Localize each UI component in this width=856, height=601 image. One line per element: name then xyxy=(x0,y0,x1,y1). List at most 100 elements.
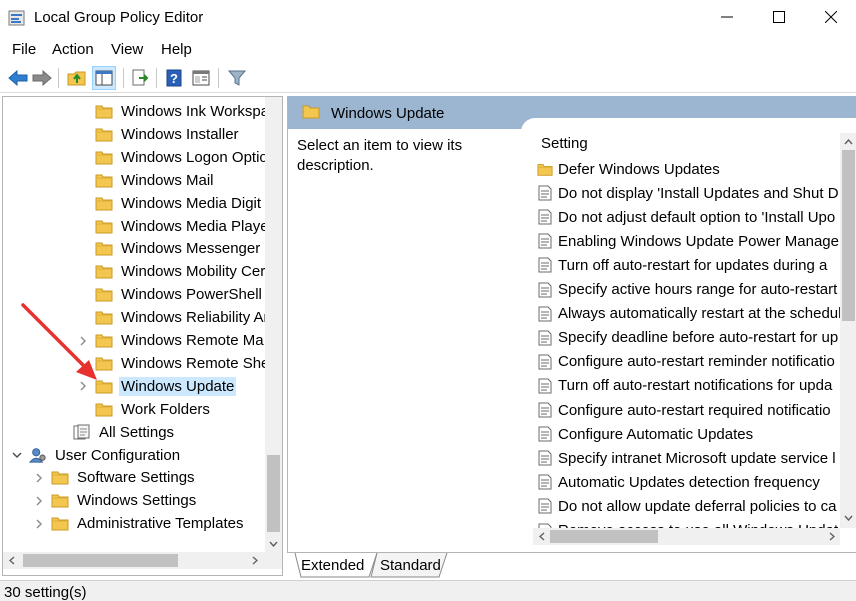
tree-scroll-down-arrow[interactable] xyxy=(265,535,282,552)
folder-icon xyxy=(302,105,320,119)
forward-button[interactable] xyxy=(30,66,54,90)
tree-item-label: Windows Ink Workspa xyxy=(121,103,270,120)
close-button[interactable] xyxy=(806,0,856,34)
tree-item[interactable]: Windows Media Digit xyxy=(75,192,263,215)
setting-label: Enabling Windows Update Power Manage xyxy=(558,232,839,250)
tree-item[interactable]: Windows Mail xyxy=(75,169,216,192)
settings-scroll-down-arrow[interactable] xyxy=(840,509,856,526)
minimize-button[interactable] xyxy=(702,0,752,34)
setting-row[interactable]: Do not display 'Install Updates and Shut… xyxy=(537,181,839,205)
tree-item[interactable]: Windows Mobility Cer xyxy=(75,260,267,283)
details-pane: Windows Update Select an item to view it… xyxy=(287,96,856,578)
settings-vertical-scroll-thumb[interactable] xyxy=(842,150,855,321)
tree-item[interactable]: Software Settings xyxy=(31,466,197,489)
back-button[interactable] xyxy=(6,66,30,90)
chevron-right-icon xyxy=(829,532,835,541)
tree-item-label: User Configuration xyxy=(55,446,181,464)
tree-item[interactable]: Windows Settings xyxy=(31,489,198,512)
menu-action[interactable]: Action xyxy=(52,41,94,58)
settings-scroll-up-arrow[interactable] xyxy=(840,133,856,150)
tree-item[interactable]: Windows PowerShell xyxy=(75,283,264,306)
tree-item[interactable]: Windows Ink Workspa xyxy=(75,100,271,123)
setting-row[interactable]: Defer Windows Updates xyxy=(537,157,720,181)
chevron-right-icon[interactable] xyxy=(31,470,47,486)
setting-row[interactable]: Automatic Updates detection frequency xyxy=(537,470,820,494)
title-bar: Local Group Policy Editor xyxy=(0,0,856,36)
settings-scroll-left-arrow[interactable] xyxy=(533,528,550,545)
tree-item[interactable]: User Configuration xyxy=(9,444,182,467)
chevron-left-icon xyxy=(538,532,544,541)
tree-item[interactable]: Windows Messenger xyxy=(75,237,262,260)
setting-row[interactable]: Configure Automatic Updates xyxy=(537,422,753,446)
tree-item-label: Windows Messenger xyxy=(121,240,261,258)
setting-row[interactable]: Do not allow update deferral policies to… xyxy=(537,494,837,518)
chevron-left-icon xyxy=(8,556,14,565)
chevron-down-icon xyxy=(269,541,278,547)
tree-item[interactable]: Windows Media Playe xyxy=(75,215,271,238)
tree-scroll-right-arrow[interactable] xyxy=(246,552,263,569)
tree-item[interactable]: Windows Logon Optio xyxy=(75,146,270,169)
properties-view-button[interactable] xyxy=(189,66,213,90)
settings-scroll-right-arrow[interactable] xyxy=(823,528,840,545)
tree-item[interactable]: Administrative Templates xyxy=(31,512,245,535)
tree-item[interactable]: Windows Remote Ma xyxy=(75,329,266,352)
tree-item[interactable]: Work Folders xyxy=(75,398,212,421)
tree-item[interactable]: All Settings xyxy=(53,421,176,444)
folder-icon xyxy=(537,160,553,178)
chevron-down-icon[interactable] xyxy=(9,447,25,463)
setting-row[interactable]: Configure auto-restart reminder notifica… xyxy=(537,350,835,374)
folder-icon xyxy=(95,401,113,417)
details-title: Windows Update xyxy=(331,105,445,122)
tab-standard[interactable]: Standard xyxy=(380,553,441,577)
group-policy-app-icon xyxy=(8,10,25,26)
column-header-setting[interactable]: Setting xyxy=(541,135,588,152)
tree-item-label: Windows Logon Optio xyxy=(121,148,268,166)
chevron-right-icon[interactable] xyxy=(75,378,91,394)
tree-item[interactable]: Windows Reliability Ar xyxy=(75,306,271,329)
tree-item[interactable]: Windows Installer xyxy=(75,123,241,146)
folder-icon xyxy=(95,218,113,234)
tree-horizontal-scrollbar[interactable] xyxy=(3,552,282,569)
tree-horizontal-scroll-thumb[interactable] xyxy=(23,554,178,567)
settings-vertical-scrollbar[interactable] xyxy=(840,133,856,528)
settings-horizontal-scroll-thumb[interactable] xyxy=(550,530,658,543)
maximize-button[interactable] xyxy=(754,0,804,34)
setting-label: Specify active hours range for auto-rest… xyxy=(558,281,838,298)
chevron-right-icon[interactable] xyxy=(75,333,91,349)
show-hide-tree-button[interactable] xyxy=(92,66,116,90)
description-text: Select an item to view its description. xyxy=(297,137,463,174)
tree-item-selected[interactable]: Windows Update xyxy=(75,375,237,398)
filter-button[interactable] xyxy=(225,66,249,90)
tree-item-label: Windows Remote She xyxy=(121,354,270,372)
export-list-button[interactable] xyxy=(128,66,152,90)
tree-scroll-left-arrow[interactable] xyxy=(3,552,20,569)
menu-view[interactable]: View xyxy=(111,41,143,58)
tree-vertical-scroll-thumb[interactable] xyxy=(267,455,280,532)
setting-row[interactable]: Turn off auto-restart for updates during… xyxy=(537,253,827,277)
chevron-right-icon[interactable] xyxy=(31,516,47,532)
setting-row[interactable]: Always automatically restart at the sche… xyxy=(537,302,841,326)
setting-row[interactable]: Configure auto-restart required notifica… xyxy=(537,398,831,422)
navigation-tree[interactable]: Windows Ink Workspa Windows Installer Wind… xyxy=(2,96,283,576)
setting-row[interactable]: Specify active hours range for auto-rest… xyxy=(537,278,837,302)
setting-label: Configure Automatic Updates xyxy=(558,425,754,443)
setting-row[interactable]: Specify intranet Microsoft update servic… xyxy=(537,446,836,470)
setting-row[interactable]: Turn off auto-restart notifications for … xyxy=(537,374,832,398)
tree-item[interactable]: Windows Remote She xyxy=(75,352,271,375)
settings-horizontal-scrollbar[interactable] xyxy=(533,528,840,545)
toolbar-separator xyxy=(218,68,219,88)
setting-row[interactable]: Specify deadline before auto-restart for… xyxy=(537,326,838,350)
setting-row[interactable]: Do not adjust default option to 'Install… xyxy=(537,205,835,229)
tree-vertical-scrollbar[interactable] xyxy=(265,97,282,552)
up-one-level-button[interactable] xyxy=(65,66,89,90)
chevron-right-icon[interactable] xyxy=(31,493,47,509)
menu-file[interactable]: File xyxy=(12,41,36,58)
settings-list[interactable]: Setting Defer Windows Updates Do not disp… xyxy=(533,131,856,541)
help-button[interactable]: ? xyxy=(162,66,186,90)
menu-help[interactable]: Help xyxy=(161,41,192,58)
setting-row[interactable]: Enabling Windows Update Power Manage xyxy=(537,229,839,253)
tab-extended[interactable]: Extended xyxy=(301,553,364,577)
setting-label: Specify intranet Microsoft update servic… xyxy=(558,449,836,467)
folder-icon xyxy=(95,355,113,371)
